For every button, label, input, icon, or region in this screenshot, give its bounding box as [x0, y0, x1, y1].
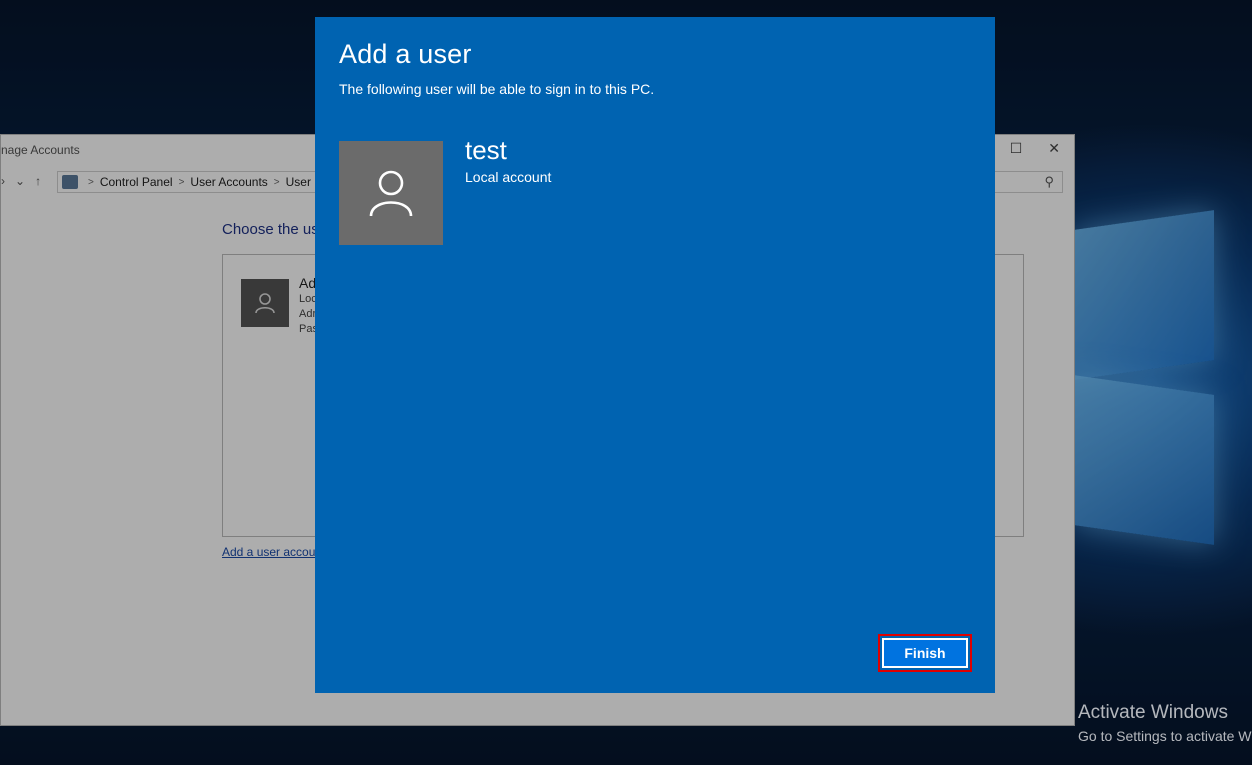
activation-watermark: Activate Windows Go to Settings to activ…	[1078, 702, 1252, 744]
user-avatar-tile	[339, 141, 443, 245]
user-name: test	[465, 135, 507, 165]
finish-button-highlight: Finish	[878, 634, 972, 672]
dialog-title: Add a user	[339, 39, 472, 69]
watermark-subtitle: Go to Settings to activate W	[1078, 728, 1252, 744]
person-icon	[369, 170, 413, 217]
add-user-dialog: Add a user The following user will be ab…	[315, 17, 995, 693]
dialog-subtitle: The following user will be able to sign …	[339, 81, 655, 97]
finish-button[interactable]: Finish	[882, 638, 968, 668]
watermark-title: Activate Windows	[1078, 702, 1228, 723]
account-type: Local account	[465, 169, 552, 185]
